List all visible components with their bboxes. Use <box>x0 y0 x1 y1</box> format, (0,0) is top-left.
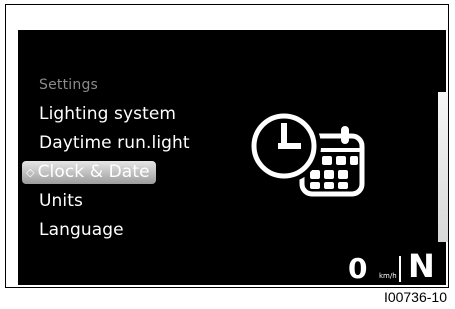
menu-item-clock-date[interactable]: ◇ Clock & Date <box>22 161 156 184</box>
speed-unit: km/h <box>379 272 397 280</box>
screen-glare <box>438 92 448 242</box>
gear-indicator: N <box>408 247 435 285</box>
speed-readout: 0 <box>348 252 368 285</box>
menu-item-clock-date-label: Clock & Date <box>37 162 150 182</box>
clock-calendar-icon <box>247 109 365 197</box>
menu-item-units[interactable]: Units <box>39 191 83 211</box>
dashboard-display: Settings Lighting system Daytime run.lig… <box>18 30 446 285</box>
menu-heading: Settings <box>39 77 99 93</box>
figure-code: I00736-10 <box>383 289 447 305</box>
status-divider <box>399 256 401 282</box>
menu-item-daytime-running-light[interactable]: Daytime run.light <box>39 133 190 153</box>
menu-item-language[interactable]: Language <box>39 220 124 240</box>
selection-marker-icon: ◇ <box>26 165 35 179</box>
menu-item-lighting-system[interactable]: Lighting system <box>39 104 176 124</box>
clock-face-icon <box>247 109 321 183</box>
